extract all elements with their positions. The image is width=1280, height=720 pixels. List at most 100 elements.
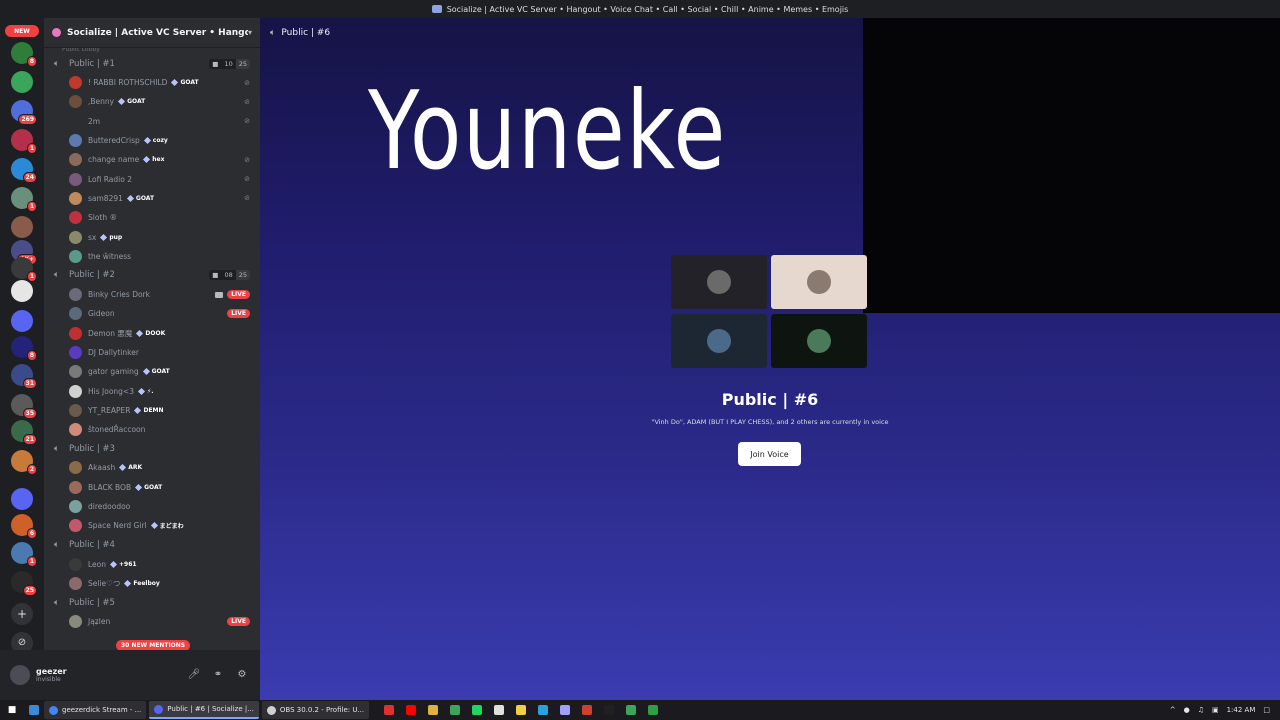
voice-member[interactable]: DJ Dallytinker: [44, 343, 260, 362]
voice-member[interactable]: sx pup: [44, 227, 260, 246]
server-icon-19[interactable]: 25: [11, 571, 37, 596]
participant-tile[interactable]: [671, 255, 767, 309]
voice-member[interactable]: Sloth ®: [44, 208, 260, 227]
speaker-icon: 🔈︎: [54, 443, 60, 454]
pinned-app-icon[interactable]: [406, 705, 417, 715]
user-info[interactable]: geezer Invisible: [36, 667, 178, 683]
voice-member[interactable]: ButteredCrisp cozy: [44, 131, 260, 150]
join-voice-button[interactable]: Join Voice: [738, 442, 801, 466]
participant-tile[interactable]: [771, 255, 867, 309]
voice-member[interactable]: gator gaming GOAT: [44, 362, 260, 381]
participant-tile[interactable]: [771, 314, 867, 368]
voice-member[interactable]: YT_REAPER DEMN: [44, 401, 260, 420]
server-icon-8[interactable]: 1: [11, 257, 37, 282]
pinned-app-icon[interactable]: [494, 705, 505, 715]
server-icon-1[interactable]: [11, 71, 33, 93]
volume-icon[interactable]: ♫: [1198, 706, 1204, 714]
voice-channel-name: Public | #3: [69, 443, 115, 454]
pinned-app-icon[interactable]: [582, 705, 593, 715]
chevron-down-icon[interactable]: ▾: [248, 28, 252, 37]
voice-channel[interactable]: 🔈︎ Public | #2 ■ 08 25: [44, 266, 260, 285]
voice-channel[interactable]: 🔈︎ Public | #5: [44, 593, 260, 612]
server-icon-5[interactable]: 1: [11, 187, 37, 212]
voice-member[interactable]: Demon 悪魔 DOOK: [44, 324, 260, 343]
server-icon-12[interactable]: 31: [11, 364, 37, 389]
headphones-icon[interactable]: ⚭: [210, 667, 226, 683]
server-icon-11[interactable]: 8: [11, 336, 37, 361]
pinned-app-icon[interactable]: [560, 705, 571, 715]
clock[interactable]: 1:42 AM: [1227, 706, 1256, 714]
network-icon[interactable]: ▣: [1212, 706, 1219, 714]
member-name: DJ Dallytinker: [88, 348, 139, 357]
voice-member[interactable]: Space Nerd Girl まどまわ: [44, 516, 260, 535]
pinned-app-icon[interactable]: [428, 705, 439, 715]
voice-member[interactable]: Gideon LIVE: [44, 304, 260, 323]
voice-member[interactable]: ! RABBI ROTHSCHILD GOAT ⊘: [44, 73, 260, 92]
taskbar-task[interactable]: OBS 30.0.2 - Profile: U...: [261, 701, 370, 719]
voice-member[interactable]: His Joong<3 ⚡.: [44, 381, 260, 400]
server-icon-0[interactable]: 8: [11, 42, 37, 67]
voice-member[interactable]: Lofi Radio 2 ⊘: [44, 169, 260, 188]
member-name: change name: [88, 155, 140, 165]
server-icon-13[interactable]: 35: [11, 394, 37, 419]
taskbar-task[interactable]: geezerdick Stream - ...: [44, 701, 147, 719]
server-icon-9[interactable]: [11, 280, 33, 302]
avatar: [69, 288, 82, 302]
pinned-app-icon[interactable]: [516, 705, 527, 715]
pinned-app-icon[interactable]: [450, 705, 461, 715]
notifications-icon[interactable]: □: [1263, 706, 1270, 714]
voice-member[interactable]: Jąʑlen LIVE: [44, 612, 260, 631]
steam-icon[interactable]: [29, 705, 39, 715]
chevron-up-icon[interactable]: ^: [1170, 706, 1176, 714]
voice-member[interactable]: change name hex ⊘: [44, 150, 260, 169]
voice-member[interactable]: Selie♡つ Feelboy: [44, 574, 260, 593]
pinned-app-icon[interactable]: [626, 705, 637, 715]
gem-icon: [109, 560, 118, 568]
avatar: [69, 249, 82, 263]
voice-member[interactable]: diredoodoo: [44, 497, 260, 516]
server-icon-2[interactable]: 269: [11, 100, 37, 125]
voice-channel[interactable]: 🔈︎ Public | #1 ■ 10 25: [44, 54, 260, 73]
voice-member[interactable]: Leon +961: [44, 555, 260, 574]
microphone-tray-icon[interactable]: ●: [1184, 706, 1190, 714]
voice-member[interactable]: sam8291 GOAT ⊘: [44, 189, 260, 208]
microphone-icon[interactable]: 🎤︎: [186, 667, 202, 683]
server-icon-3[interactable]: 1: [11, 129, 37, 154]
server-icon-16[interactable]: [11, 488, 33, 510]
speaker-icon: 🔈︎: [54, 270, 60, 281]
add-server-icon[interactable]: +: [11, 603, 33, 625]
voice-member[interactable]: BLACK BOB GOAT: [44, 478, 260, 497]
server-icon-18[interactable]: 1: [11, 542, 37, 567]
voice-channel[interactable]: 🔈︎ Public | #3: [44, 439, 260, 458]
voice-member[interactable]: 2m ⊘: [44, 112, 260, 131]
user-limit-badge: ■ 10 25: [209, 58, 250, 69]
voice-member[interactable]: Binky Cries Dork LIVE: [44, 285, 260, 304]
pinned-app-icon[interactable]: [384, 705, 395, 715]
server-header[interactable]: Socialize | Active VC Server • Hangout .…: [44, 18, 260, 48]
server-icon-6[interactable]: [11, 216, 33, 238]
avatar: [69, 500, 82, 514]
voice-member[interactable]: štonedŘaccoon: [44, 420, 260, 439]
server-icon-14[interactable]: 21: [11, 420, 37, 445]
voice-member[interactable]: Akaash ARK: [44, 458, 260, 477]
voice-member[interactable]: the ŵitness: [44, 247, 260, 266]
pinned-app-icon[interactable]: [648, 705, 659, 715]
windows-start-icon[interactable]: ■: [0, 700, 24, 720]
pinned-app-icon[interactable]: [472, 705, 483, 715]
member-tag: DEMN: [134, 406, 164, 414]
server-icon-10[interactable]: [11, 310, 33, 332]
gear-icon[interactable]: ⚙: [234, 667, 250, 683]
voice-member[interactable]: ,Benny GOAT ⊘: [44, 92, 260, 111]
user-limit: 25: [235, 270, 250, 281]
server-icon-4[interactable]: 24: [11, 158, 37, 183]
new-servers-badge[interactable]: NEW: [5, 25, 39, 37]
participant-tile[interactable]: [671, 314, 767, 368]
pinned-app-icon[interactable]: [604, 705, 615, 715]
taskbar-task[interactable]: Public | #6 | Socialize |...: [149, 701, 259, 719]
user-avatar[interactable]: [10, 665, 30, 685]
voice-channel[interactable]: 🔈︎ Public | #4: [44, 536, 260, 555]
member-name: ButteredCrisp: [88, 136, 140, 146]
pinned-app-icon[interactable]: [538, 705, 549, 715]
server-icon-17[interactable]: 6: [11, 514, 37, 539]
server-icon-15[interactable]: 2: [11, 450, 37, 475]
